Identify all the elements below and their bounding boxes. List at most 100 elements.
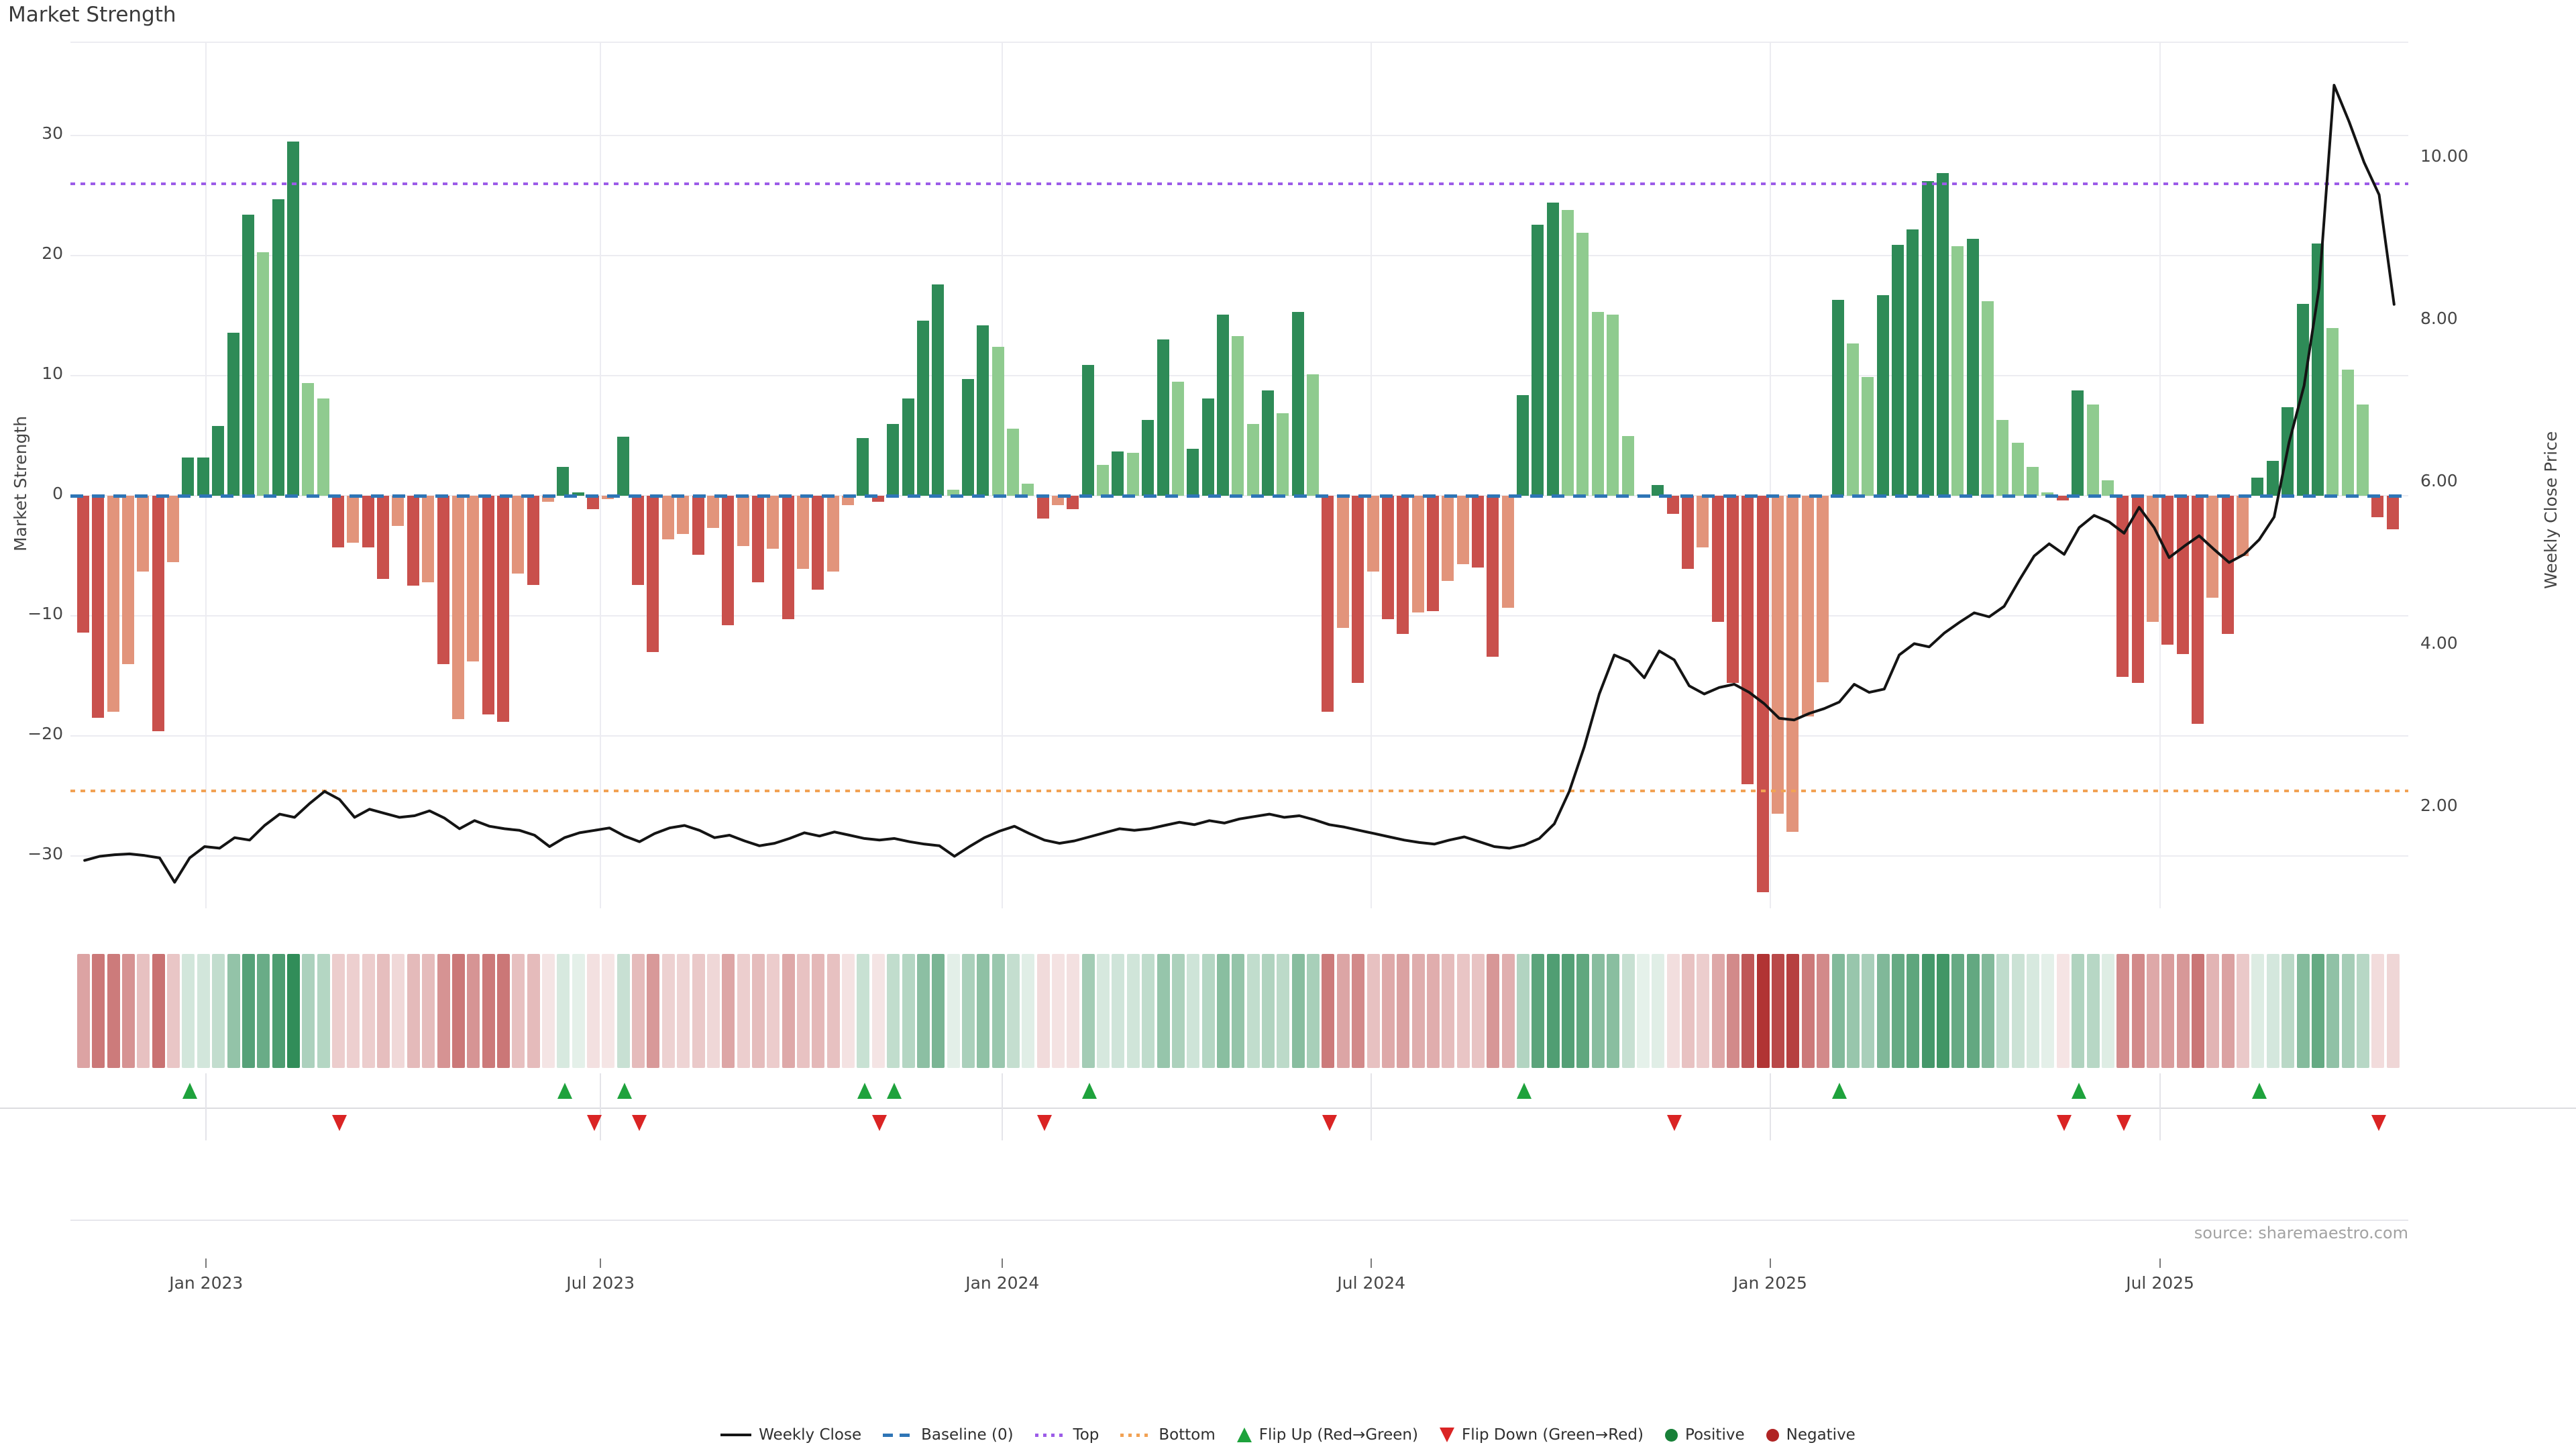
- x-tick-mark: [1371, 1258, 1372, 1268]
- heatmap-cell: [287, 954, 300, 1068]
- heatmap-cell: [1652, 954, 1664, 1068]
- heatmap-cell: [512, 954, 525, 1068]
- heatmap-cell: [707, 954, 720, 1068]
- heatmap-cell: [1892, 954, 1904, 1068]
- heatmap-cell: [1022, 954, 1034, 1068]
- heatmap-cell: [1487, 954, 1499, 1068]
- market-strength-chart: Market Strength 3020100−10−20−30 10.008.…: [0, 0, 2576, 1449]
- right-tick-label: 2.00: [2420, 796, 2458, 815]
- heatmap-cell: [1697, 954, 1709, 1068]
- legend-label: Bottom: [1159, 1426, 1215, 1444]
- heatmap-cell: [1037, 954, 1050, 1068]
- heatmap-cell: [1562, 954, 1574, 1068]
- weekly-close-line: [85, 85, 2394, 882]
- heatmap-cell: [1187, 954, 1199, 1068]
- flip-up-marker: [887, 1083, 902, 1099]
- heatmap-cell: [2161, 954, 2174, 1068]
- heatmap-cell: [1052, 954, 1065, 1068]
- heatmap-cell: [1802, 954, 1815, 1068]
- heatmap-cell: [1532, 954, 1544, 1068]
- flip-down-marker: [1322, 1115, 1337, 1131]
- heatmap-cell: [752, 954, 765, 1068]
- legend-dot-swatch: [1120, 1434, 1151, 1437]
- heatmap-cell: [2177, 954, 2190, 1068]
- heatmap-cell: [1442, 954, 1454, 1068]
- heatmap-cell: [962, 954, 975, 1068]
- heatmap-cell: [1412, 954, 1425, 1068]
- heatmap-cell: [2116, 954, 2129, 1068]
- heatmap-cell: [377, 954, 390, 1068]
- heatmap-cell: [422, 954, 435, 1068]
- heatmap-cell: [167, 954, 180, 1068]
- heatmap-cell: [542, 954, 555, 1068]
- heatmap-cell: [2087, 954, 2100, 1068]
- heatmap-cell: [2041, 954, 2054, 1068]
- flip-up-marker: [2072, 1083, 2086, 1099]
- heatmap-cell: [1682, 954, 1695, 1068]
- left-tick-label: 30: [8, 123, 63, 143]
- heatmap-cell: [587, 954, 600, 1068]
- legend-line-swatch: [720, 1434, 751, 1436]
- left-tick-label: 10: [8, 364, 63, 383]
- heatmap-cell: [242, 954, 255, 1068]
- legend-item: Flip Down (Green→Red): [1440, 1426, 1644, 1444]
- heatmap-cell: [1772, 954, 1784, 1068]
- flip-down-marker: [2371, 1115, 2386, 1131]
- heatmap-cell: [1352, 954, 1364, 1068]
- flip-down-marker: [587, 1115, 602, 1131]
- right-axis-label: Weekly Close Price: [2541, 431, 2561, 589]
- legend-label: Positive: [1685, 1426, 1745, 1444]
- flip-up-marker: [2252, 1083, 2267, 1099]
- heatmap-cell: [1322, 954, 1334, 1068]
- legend-item: Positive: [1665, 1426, 1745, 1444]
- heatmap-cell: [1142, 954, 1155, 1068]
- heatmap-cell: [1741, 954, 1754, 1068]
- legend-label: Negative: [1786, 1426, 1856, 1444]
- heatmap-cell: [2147, 954, 2159, 1068]
- heatmap-cell: [1907, 954, 1919, 1068]
- heatmap-cell: [257, 954, 270, 1068]
- heatmap-cell: [527, 954, 540, 1068]
- bottom-panel: source: sharemaestro.com: [70, 1140, 2408, 1261]
- heatmap-cell: [1547, 954, 1560, 1068]
- heatmap-cell: [1112, 954, 1124, 1068]
- heatmap-cell: [77, 954, 90, 1068]
- right-tick-label: 10.00: [2420, 146, 2469, 166]
- flip-down-marker: [1037, 1115, 1052, 1131]
- heatmap-cell: [902, 954, 915, 1068]
- heatmap-cell: [737, 954, 750, 1068]
- heatmap-cell: [1592, 954, 1605, 1068]
- heatmap-cell: [212, 954, 225, 1068]
- heatmap-cell: [1067, 954, 1079, 1068]
- heatmap-cell: [1786, 954, 1799, 1068]
- heatmap-cell: [332, 954, 345, 1068]
- x-tick-label: Jul 2023: [566, 1273, 635, 1293]
- heatmap-cell: [302, 954, 315, 1068]
- heatmap-cell: [197, 954, 210, 1068]
- heatmap-cell: [227, 954, 240, 1068]
- left-tick-label: 20: [8, 244, 63, 263]
- legend-label: Baseline (0): [921, 1426, 1013, 1444]
- heatmap-cell: [1982, 954, 1994, 1068]
- heatmap-cell: [1367, 954, 1380, 1068]
- heatmap-cell: [362, 954, 375, 1068]
- heatmap-cell: [122, 954, 135, 1068]
- heatmap-cell: [1247, 954, 1260, 1068]
- heatmap-cell: [1457, 954, 1470, 1068]
- heatmap-cell: [2357, 954, 2369, 1068]
- flip-up-marker: [182, 1083, 197, 1099]
- heatmap-cell: [1951, 954, 1964, 1068]
- x-tick-label: Jul 2025: [2126, 1273, 2194, 1293]
- flip-down-marker: [2057, 1115, 2072, 1131]
- flip-down-marker: [632, 1115, 647, 1131]
- heatmap-cell: [1082, 954, 1095, 1068]
- heatmap-cell: [2222, 954, 2235, 1068]
- heatmap-cell: [1127, 954, 1140, 1068]
- v-gridline: [1002, 1073, 1003, 1140]
- heatmap-cell: [647, 954, 659, 1068]
- heatmap-cell: [632, 954, 645, 1068]
- heatmap-cell: [272, 954, 285, 1068]
- heatmap-cell: [347, 954, 360, 1068]
- heatmap-cell: [2371, 954, 2384, 1068]
- right-tick-label: 4.00: [2420, 633, 2458, 653]
